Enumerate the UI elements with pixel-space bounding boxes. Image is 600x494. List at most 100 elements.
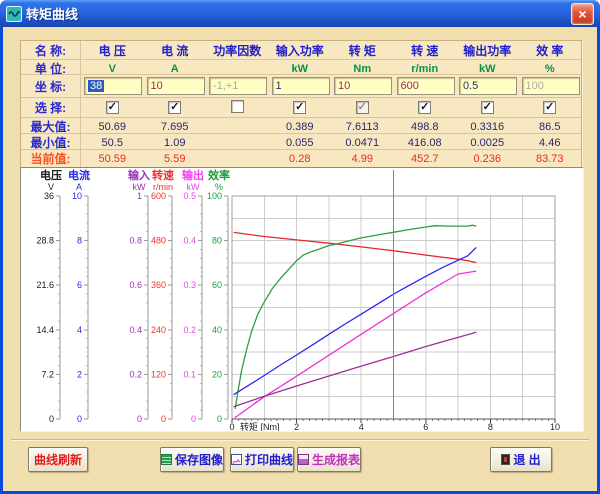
close-button[interactable]: × <box>571 3 594 25</box>
curve-输入 <box>234 332 477 406</box>
min-value-torque: 0.0471 <box>331 137 394 149</box>
max-value-efficiency: 86.5 <box>519 121 582 133</box>
table-row-min: 最小值:50.51.090.0550.0471416.080.00254.46 <box>21 134 581 150</box>
print-curve-label: 打印曲线 <box>245 451 293 468</box>
coord-input-torque[interactable]: 10 <box>334 77 392 95</box>
table-row-unit: 单 位:VAkWNmr/minkW% <box>21 60 581 75</box>
svg-text:80: 80 <box>212 236 222 246</box>
window-title: 转矩曲线 <box>26 4 571 23</box>
svg-text:0: 0 <box>191 414 196 424</box>
current-value-voltage: 50.59 <box>81 153 144 165</box>
select-checkbox-output-power[interactable]: ✓ <box>481 101 494 114</box>
generate-report-button[interactable]: 生成报表 <box>297 447 361 472</box>
svg-text:8: 8 <box>77 236 82 246</box>
print-curve-button[interactable]: 打印曲线 <box>230 447 294 472</box>
select-checkbox-current[interactable]: ✓ <box>168 101 181 114</box>
y-axis-输出: 输出kW0.50.40.30.20.10 <box>182 168 204 424</box>
svg-text:60: 60 <box>212 280 222 290</box>
coord-input-current[interactable]: 10 <box>147 77 205 95</box>
svg-text:480: 480 <box>151 236 166 246</box>
unit-label-current: A <box>144 63 207 75</box>
svg-text:0.2: 0.2 <box>129 369 142 379</box>
svg-text:14.4: 14.4 <box>36 325 54 335</box>
y-axis-效率: 效率%100806040200 <box>207 168 230 424</box>
unit-label-output-power: kW <box>456 63 519 75</box>
row-label-select: 选 择: <box>21 98 81 117</box>
exit-button[interactable]: 退 出 <box>490 447 552 472</box>
col-header-input-power: 输入功率 <box>269 42 332 59</box>
unit-label-torque: Nm <box>331 63 394 75</box>
max-value-voltage: 50.69 <box>81 121 144 133</box>
col-header-power-factor: 功率因数 <box>206 42 269 59</box>
svg-text:240: 240 <box>151 325 166 335</box>
row-label-name: 名 称: <box>21 41 81 59</box>
svg-text:8: 8 <box>488 422 493 431</box>
select-checkbox-torque[interactable]: ✓ <box>356 101 369 114</box>
table-row-name: 名 称:电 压电 流功率因数输入功率转 矩转 速输出功率效 率 <box>21 41 581 60</box>
svg-text:36: 36 <box>44 191 54 201</box>
parameter-table: 名 称:电 压电 流功率因数输入功率转 矩转 速输出功率效 率单 位:VAkWN… <box>20 40 582 168</box>
svg-text:0: 0 <box>161 414 166 424</box>
svg-text:28.8: 28.8 <box>36 236 54 246</box>
max-value-input-power: 0.389 <box>269 121 332 133</box>
row-label-min: 最小值: <box>21 134 81 151</box>
current-value-input-power: 0.28 <box>269 153 332 165</box>
y-axis-电流: 电流A1086420 <box>68 168 90 424</box>
exit-icon <box>501 454 510 465</box>
save-image-button[interactable]: 保存图像 <box>160 447 224 472</box>
client-area: 名 称:电 压电 流功率因数输入功率转 矩转 速输出功率效 率单 位:VAkWN… <box>3 27 597 491</box>
svg-text:100: 100 <box>207 191 222 201</box>
refresh-curve-button[interactable]: 曲线刷新 <box>28 447 88 472</box>
svg-text:0.8: 0.8 <box>129 236 142 246</box>
select-checkbox-power-factor[interactable] <box>231 100 244 113</box>
select-checkbox-efficiency[interactable]: ✓ <box>543 101 556 114</box>
svg-text:600: 600 <box>151 191 166 201</box>
y-axis-电压: 电压V3628.821.614.47.20 <box>36 168 62 424</box>
max-value-torque: 7.6113 <box>331 121 394 133</box>
row-label-max: 最大值: <box>21 118 81 135</box>
select-checkbox-speed[interactable]: ✓ <box>418 101 431 114</box>
coord-input-efficiency[interactable]: 100 <box>522 77 580 95</box>
svg-text:6: 6 <box>77 280 82 290</box>
col-header-output-power: 输出功率 <box>456 42 519 59</box>
svg-text:4: 4 <box>77 325 82 335</box>
unit-label-voltage: V <box>81 63 144 75</box>
app-window: 转矩曲线 × 名 称:电 压电 流功率因数输入功率转 矩转 速输出功率效 率单 … <box>0 0 600 494</box>
x-axis-torque: 0246810转矩 [Nm] <box>229 419 560 431</box>
svg-text:0.2: 0.2 <box>183 325 196 335</box>
table-row-select: 选 择: ✓ ✓ ✓ ✓ ✓ ✓ ✓ <box>21 98 581 118</box>
max-value-speed: 498.8 <box>394 121 457 133</box>
coord-input-voltage[interactable]: 38 <box>84 77 142 95</box>
coord-input-power-factor[interactable]: -1,+1 <box>209 77 267 95</box>
svg-text:输出: 输出 <box>182 168 204 182</box>
current-value-efficiency: 83.73 <box>519 153 582 165</box>
svg-text:0: 0 <box>137 414 142 424</box>
refresh-curve-label: 曲线刷新 <box>34 451 82 468</box>
titlebar[interactable]: 转矩曲线 × <box>0 0 600 27</box>
svg-text:输入: 输入 <box>128 168 150 182</box>
row-label-current: 当前值: <box>21 150 81 167</box>
unit-label-input-power: kW <box>269 63 332 75</box>
svg-text:0: 0 <box>229 422 234 431</box>
footer-divider <box>11 439 589 441</box>
svg-text:10: 10 <box>72 191 82 201</box>
table-row-coord: 坐 标:3810-1,+11106000.5100 <box>21 75 581 98</box>
curve-输出 <box>235 271 477 418</box>
svg-text:20: 20 <box>212 369 222 379</box>
y-axis-转速: 转速r/min6004803602401200 <box>151 168 174 424</box>
svg-text:0: 0 <box>217 414 222 424</box>
coord-input-output-power[interactable]: 0.5 <box>459 77 517 95</box>
svg-text:0.4: 0.4 <box>183 236 196 246</box>
coord-input-speed[interactable]: 600 <box>397 77 455 95</box>
coord-input-input-power[interactable]: 1 <box>272 77 330 95</box>
row-label-coord: 坐 标: <box>21 75 81 97</box>
unit-label-speed: r/min <box>394 63 457 75</box>
select-checkbox-voltage[interactable]: ✓ <box>106 101 119 114</box>
col-header-voltage: 电 压 <box>81 42 144 59</box>
max-value-output-power: 0.3316 <box>456 121 519 133</box>
svg-text:6: 6 <box>423 422 428 431</box>
exit-label: 退 出 <box>513 451 540 468</box>
select-checkbox-input-power[interactable]: ✓ <box>293 101 306 114</box>
torque-chart-panel[interactable]: 电压V3628.821.614.47.20电流A1086420输入kW10.80… <box>20 167 583 431</box>
svg-text:0.5: 0.5 <box>183 191 196 201</box>
